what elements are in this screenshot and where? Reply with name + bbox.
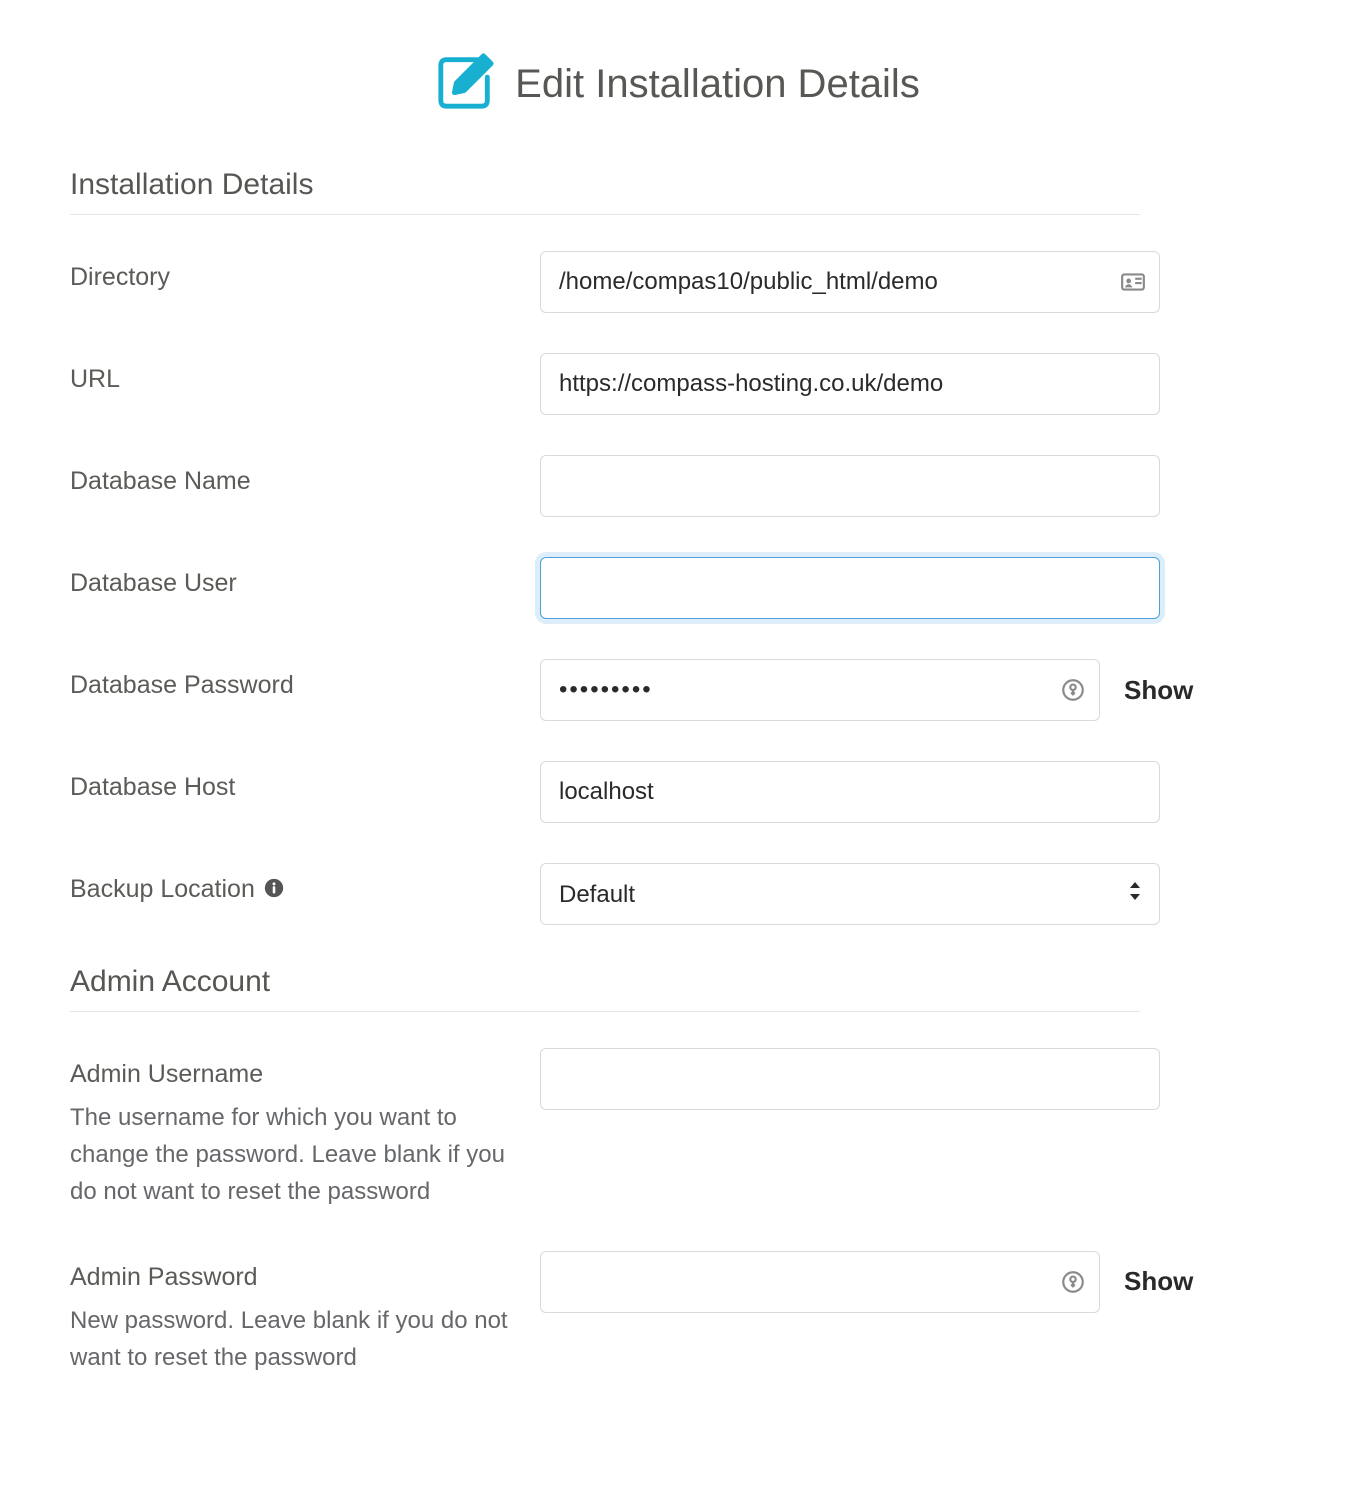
admin-pass-input[interactable] bbox=[540, 1251, 1100, 1313]
db-pass-show[interactable]: Show bbox=[1124, 675, 1193, 706]
backup-label: Backup Location bbox=[70, 875, 255, 904]
admin-pass-show[interactable]: Show bbox=[1124, 1266, 1193, 1297]
row-db-host: Database Host bbox=[70, 761, 1220, 823]
section-rule bbox=[70, 1011, 1140, 1012]
row-url: URL bbox=[70, 353, 1220, 415]
db-user-input[interactable] bbox=[540, 557, 1160, 619]
section-heading-install: Installation Details bbox=[70, 168, 1285, 202]
db-host-label: Database Host bbox=[70, 773, 510, 802]
page-title: Edit Installation Details bbox=[515, 62, 920, 107]
row-db-name: Database Name bbox=[70, 455, 1220, 517]
backup-select[interactable]: Default bbox=[540, 863, 1160, 925]
admin-pass-label: Admin Password bbox=[70, 1263, 510, 1292]
row-db-user: Database User bbox=[70, 557, 1220, 619]
section-heading-admin: Admin Account bbox=[70, 965, 1285, 999]
url-input[interactable] bbox=[540, 353, 1160, 415]
url-label: URL bbox=[70, 365, 510, 394]
db-host-input[interactable] bbox=[540, 761, 1160, 823]
admin-user-input[interactable] bbox=[540, 1048, 1160, 1110]
row-db-pass: Database Password Show bbox=[70, 659, 1220, 721]
info-icon bbox=[263, 877, 285, 902]
row-directory: Directory bbox=[70, 251, 1220, 313]
directory-input[interactable] bbox=[540, 251, 1160, 313]
admin-user-help: The username for which you want to chang… bbox=[70, 1099, 510, 1211]
edit-pencil-icon bbox=[435, 50, 497, 118]
row-admin-user: Admin Username The username for which yo… bbox=[70, 1048, 1220, 1211]
db-user-label: Database User bbox=[70, 569, 510, 598]
page-title-row: Edit Installation Details bbox=[70, 50, 1285, 118]
admin-pass-help: New password. Leave blank if you do not … bbox=[70, 1302, 510, 1376]
directory-label: Directory bbox=[70, 263, 510, 292]
db-pass-label: Database Password bbox=[70, 671, 510, 700]
section-rule bbox=[70, 214, 1140, 215]
admin-user-label: Admin Username bbox=[70, 1060, 510, 1089]
db-pass-input[interactable] bbox=[540, 659, 1100, 721]
db-name-input[interactable] bbox=[540, 455, 1160, 517]
row-admin-pass: Admin Password New password. Leave blank… bbox=[70, 1251, 1220, 1376]
db-name-label: Database Name bbox=[70, 467, 510, 496]
row-backup: Backup Location Default bbox=[70, 863, 1220, 925]
